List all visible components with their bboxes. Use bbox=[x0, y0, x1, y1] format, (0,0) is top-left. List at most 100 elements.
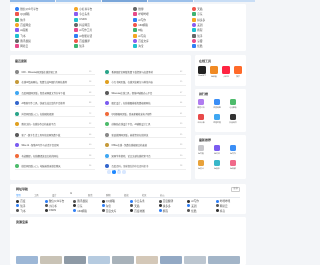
recommend-app-icon[interactable] bbox=[198, 145, 204, 151]
quick-link[interactable]: 小红书平台 bbox=[74, 7, 92, 11]
url-nav-link[interactable]: 美团 bbox=[187, 204, 196, 208]
latest-row[interactable]: 新浪微博网页版，热搜资讯在线浏览 35 bbox=[105, 132, 186, 138]
quick-link[interactable]: 抖音网页 bbox=[74, 22, 90, 27]
recommend-app-icon[interactable] bbox=[214, 160, 220, 166]
recommend-app-icon[interactable] bbox=[230, 145, 236, 151]
latest-row[interactable]: QQ邮箱网页版，登录邮箱收发电子邮件 41 bbox=[105, 111, 186, 117]
url-nav-tab[interactable]: AI bbox=[70, 193, 72, 195]
quick-link[interactable]: Ai写作工具 bbox=[74, 28, 92, 33]
url-nav-link[interactable]: 淘宝 bbox=[101, 204, 111, 208]
url-nav-link[interactable]: 163邮箱 bbox=[73, 209, 87, 213]
quick-link[interactable]: 优酷 bbox=[192, 44, 202, 49]
quick-link[interactable]: 淘宝 bbox=[133, 44, 143, 49]
quick-link[interactable]: 拼多多 bbox=[192, 17, 205, 22]
latest-row[interactable]: 小红书网页版，在线浏览笔记与种草内容 55 bbox=[105, 80, 186, 86]
url-nav-link[interactable]: 抖音 bbox=[215, 209, 225, 213]
latest-row[interactable]: Wiseuse在线工具，智能AI辅助办公平台 47 bbox=[105, 90, 186, 96]
latest-row[interactable]: 腾讯文档 - 在线协作文档表格平台 52 bbox=[15, 122, 95, 128]
url-nav-link[interactable]: 携程 bbox=[158, 209, 168, 213]
url-nav-link[interactable]: 微信公众平台 bbox=[44, 199, 64, 203]
url-nav-link[interactable]: 天猫 bbox=[130, 204, 139, 208]
quick-link[interactable]: 哔哩哔哩 bbox=[133, 12, 149, 17]
resource-thumb[interactable] bbox=[40, 256, 62, 264]
quick-link[interactable]: 网易云 bbox=[15, 44, 28, 49]
quick-link[interactable]: Ai画图 bbox=[15, 28, 28, 33]
tool-tile[interactable] bbox=[198, 66, 206, 74]
latest-row[interactable]: 在线AI绘画网站，免费生成AI图片的网站推荐 58 bbox=[15, 80, 95, 86]
resource-thumb[interactable] bbox=[184, 256, 206, 264]
latest-row[interactable]: Wise Ai - 智能AI写作与对话平台官网 40 bbox=[15, 143, 95, 149]
latest-row[interactable]: 稿定设计，在线做图模板免费编辑网站 44 bbox=[105, 101, 186, 107]
url-nav-link[interactable]: 百度翻译 bbox=[158, 199, 173, 203]
url-nav-link[interactable]: AI写作 bbox=[187, 199, 199, 203]
url-nav-link[interactable]: 拼多多 bbox=[158, 204, 171, 208]
latest-row[interactable]: 百度网盘网页版，免登录网盘文件分享下载 48 bbox=[15, 90, 95, 96]
quick-link[interactable]: 百度文库 bbox=[133, 38, 149, 43]
quick-link[interactable]: 知乎 bbox=[192, 33, 202, 38]
url-nav-link[interactable]: 腾讯视频 bbox=[73, 199, 88, 203]
quick-link[interactable]: 知乎 bbox=[74, 44, 84, 49]
quick-link[interactable]: 微博 bbox=[133, 7, 143, 11]
url-nav-link[interactable]: 网易云 bbox=[215, 204, 228, 208]
latest-row[interactable]: 新了 - 数字生活工具导航官网免费下载 46 bbox=[15, 132, 95, 138]
quick-link[interactable]: 快手 bbox=[15, 17, 25, 22]
url-nav-link[interactable]: 百度文库 bbox=[101, 209, 116, 213]
url-nav-link[interactable]: 百度 bbox=[16, 199, 25, 203]
page-prev-button[interactable] bbox=[107, 170, 111, 174]
recommend-app-icon[interactable] bbox=[230, 160, 236, 166]
recommend-app-icon[interactable] bbox=[198, 160, 204, 166]
url-nav-link[interactable]: CSDN bbox=[44, 208, 56, 212]
rank-app-icon[interactable] bbox=[214, 114, 220, 120]
quick-link[interactable]: 豆瓣 bbox=[192, 38, 202, 43]
quick-link[interactable]: 百度网盘 bbox=[15, 22, 31, 27]
url-nav-more-button[interactable]: 更多 bbox=[231, 187, 240, 193]
quick-link[interactable]: 携程 bbox=[192, 28, 202, 33]
quick-link[interactable]: 天猫 bbox=[192, 7, 202, 11]
quick-link[interactable]: 163邮箱 bbox=[133, 22, 148, 27]
url-nav-link[interactable]: 百度地图 bbox=[130, 209, 145, 213]
quick-link[interactable]: QQ邮箱 bbox=[15, 12, 30, 17]
quick-link[interactable]: CSDN bbox=[74, 17, 87, 22]
latest-row[interactable]: Office在线 - 免费在线编辑文档表格 33 bbox=[105, 143, 186, 149]
rank-app-icon[interactable] bbox=[198, 99, 204, 105]
rank-app-icon[interactable] bbox=[198, 114, 204, 120]
tool-tile[interactable] bbox=[234, 66, 242, 74]
url-nav-link[interactable]: 知乎 bbox=[16, 204, 25, 208]
recommend-app-icon[interactable] bbox=[214, 145, 220, 151]
quick-link[interactable]: 飞书 bbox=[15, 33, 25, 38]
latest-row[interactable]: AI智能写作工具，快速生成文案的平台推荐 88 bbox=[15, 101, 95, 107]
latest-row[interactable]: 知网学术搜索，论文文献在线检索平台 30 bbox=[105, 153, 186, 159]
url-nav-link[interactable]: 今日头条 bbox=[130, 199, 145, 203]
page-2-button[interactable]: 2 bbox=[117, 170, 121, 174]
latest-row[interactable]: 抖音网页版入口，在线刷短视频 72 bbox=[15, 111, 95, 117]
quick-link[interactable]: 腾讯视频 bbox=[15, 38, 31, 43]
latest-row[interactable]: 微信网页版入口，电脑端登录微信聊天 36 bbox=[15, 164, 95, 170]
page-next-button[interactable] bbox=[122, 170, 126, 174]
latest-row[interactable]: CFII - Wiseuse网页版在线剪辑工具 59 bbox=[15, 69, 95, 75]
url-nav-link[interactable]: 哔哩哔哩 bbox=[215, 199, 230, 203]
url-nav-link[interactable]: 京东 bbox=[73, 204, 82, 208]
url-nav-link[interactable]: 小红书 bbox=[44, 204, 57, 208]
quick-link[interactable]: AI智能对话 bbox=[74, 33, 92, 38]
url-nav-link[interactable]: QQ邮箱 bbox=[101, 199, 115, 203]
latest-row[interactable]: 百度百科，全球领先的中文百科全书 28 bbox=[105, 164, 186, 170]
resource-thumb[interactable] bbox=[64, 256, 86, 264]
quick-link[interactable]: 美团 bbox=[192, 22, 202, 27]
quick-link[interactable]: 今日头条 bbox=[74, 12, 90, 17]
rank-app-icon[interactable] bbox=[230, 99, 236, 105]
quick-link[interactable]: Ai写真 bbox=[133, 33, 146, 38]
quick-link[interactable]: AI写作 bbox=[133, 17, 146, 22]
quick-link[interactable]: 百度翻译 bbox=[74, 38, 90, 43]
resource-thumb[interactable] bbox=[160, 256, 182, 264]
quick-link[interactable]: 京东 bbox=[192, 12, 202, 17]
rank-app-icon[interactable] bbox=[230, 114, 236, 120]
resource-thumb[interactable] bbox=[88, 256, 110, 264]
rank-app-icon[interactable] bbox=[214, 99, 220, 105]
quick-link[interactable]: B站 bbox=[133, 28, 143, 33]
quick-link[interactable]: 微信公众号平台 bbox=[15, 7, 38, 11]
latest-row[interactable]: 创客贴在线设计平台，AI辅助设计工具 39 bbox=[105, 122, 186, 128]
url-nav-link[interactable]: 飞书 bbox=[16, 209, 25, 213]
latest-row[interactable]: 有道翻译，在线翻译英语文档的网站 38 bbox=[15, 153, 95, 159]
resource-thumb[interactable] bbox=[208, 256, 240, 264]
tool-tile[interactable] bbox=[210, 66, 218, 74]
